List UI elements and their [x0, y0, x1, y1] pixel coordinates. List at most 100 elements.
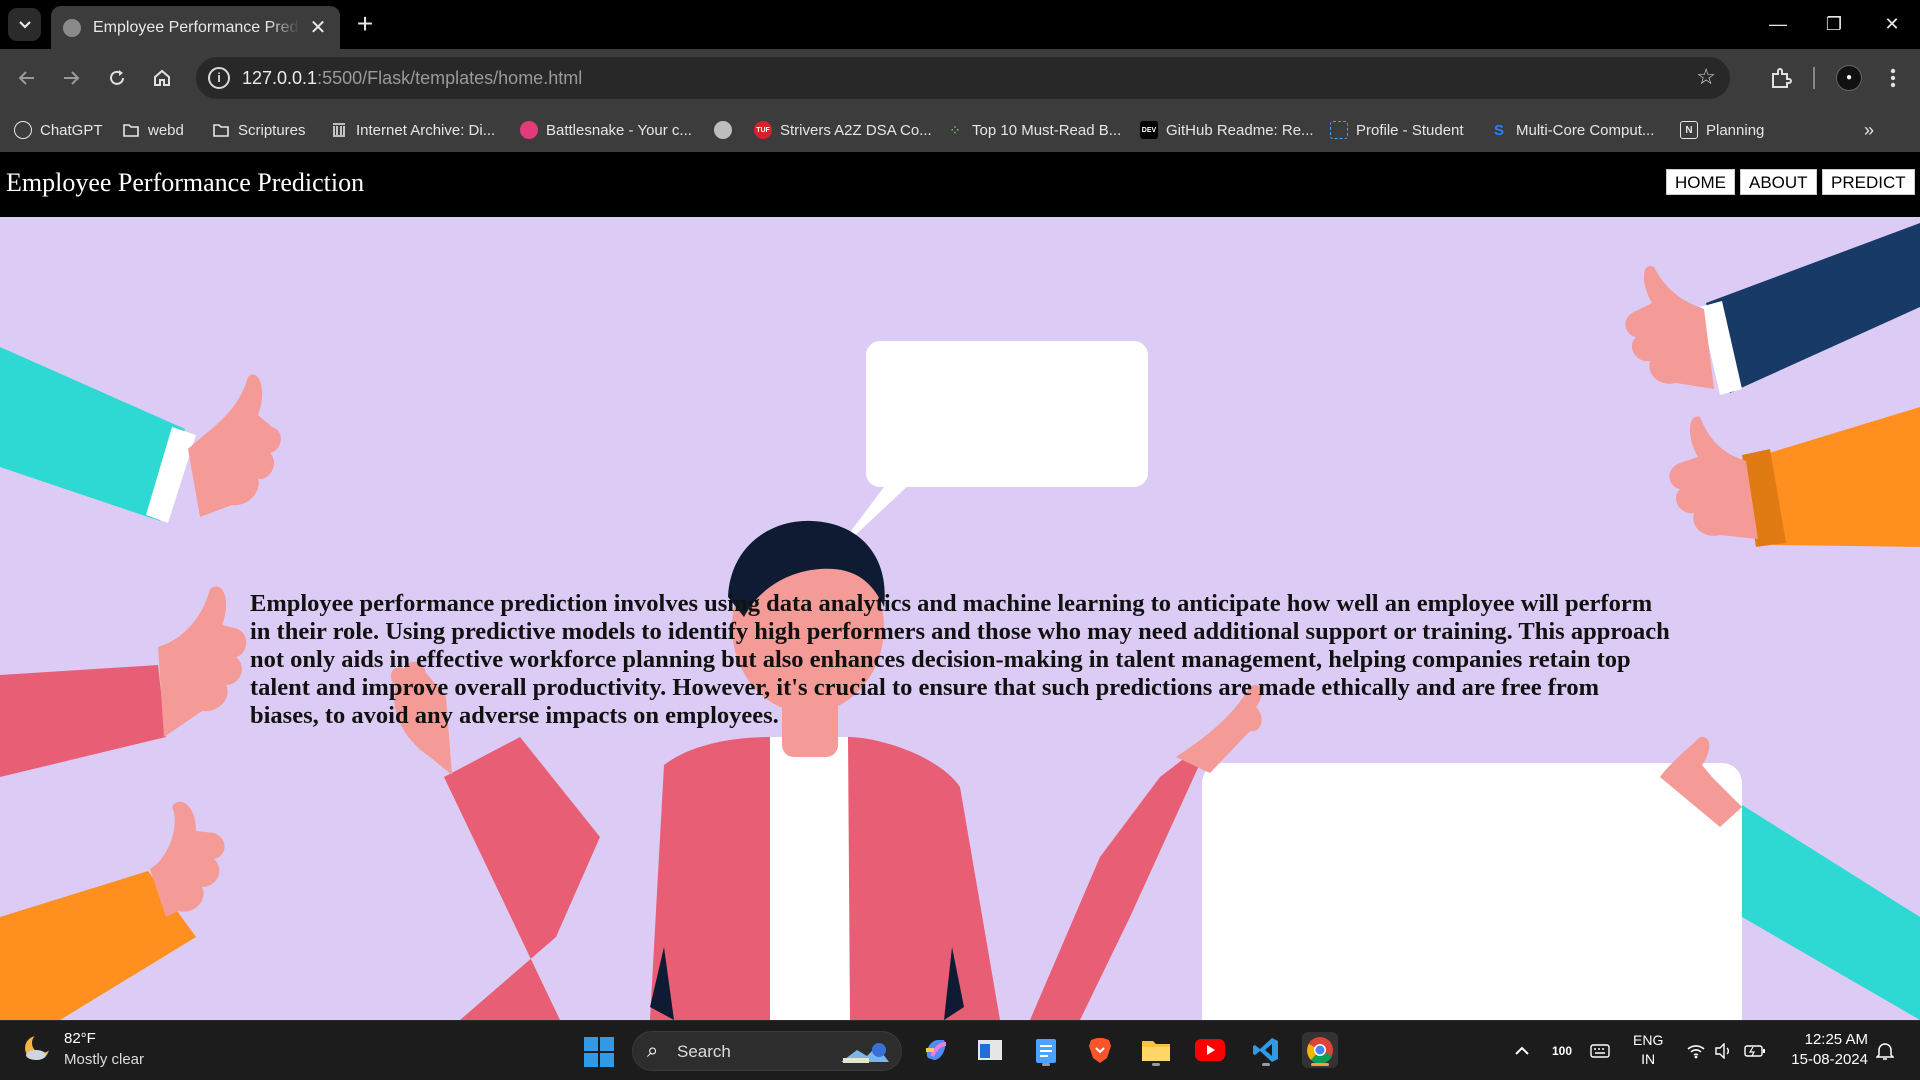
close-window-button[interactable]: ✕: [1864, 0, 1920, 49]
tray-keyboard-icon[interactable]: [1590, 1021, 1610, 1080]
chevron-up-icon: [1515, 1046, 1529, 1055]
tray-wifi-icon[interactable]: [1686, 1021, 1706, 1080]
youtube-icon: [1195, 1039, 1225, 1061]
hand-left-middle: [0, 586, 247, 777]
bookmark-label: Battlesnake - Your c...: [546, 121, 692, 139]
browser-menu-button[interactable]: [1878, 63, 1908, 93]
bookmark-folder-scriptures[interactable]: Scriptures: [212, 118, 306, 142]
bookmark-label: Strivers A2Z DSA Co...: [780, 121, 932, 139]
taskbar-vscode[interactable]: [1248, 1032, 1284, 1068]
moon-weather-icon[interactable]: [22, 1033, 52, 1063]
puzzle-icon: [1772, 68, 1792, 88]
folder-icon: [213, 124, 229, 137]
running-indicator: [1152, 1063, 1160, 1066]
url-path: :5500/Flask/templates/home.html: [317, 68, 583, 88]
bookmark-label: webd: [148, 121, 184, 139]
windows-taskbar: 82°F Mostly clear ⌕ Search 100 ENG IN 12…: [0, 1020, 1920, 1080]
site-info-icon[interactable]: i: [208, 67, 230, 89]
hand-left-top: [0, 347, 281, 523]
language-indicator[interactable]: ENG IN: [1633, 1031, 1663, 1069]
browser-toolbar: i 127.0.0.1:5500/Flask/templates/home.ht…: [0, 49, 1920, 108]
nav-about[interactable]: ABOUT: [1740, 169, 1817, 195]
tray-volume-icon[interactable]: [1714, 1021, 1732, 1080]
chrome-icon: [1307, 1037, 1333, 1064]
back-button[interactable]: [12, 63, 42, 93]
region-code: IN: [1641, 1051, 1656, 1067]
bookmark-github-readme[interactable]: DEV GitHub Readme: Re...: [1140, 118, 1314, 142]
speech-bubble-top: [830, 341, 1148, 559]
site-header: Employee Performance Prediction HOME ABO…: [0, 152, 1920, 217]
browser-tab-strip: Employee Performance Prediction ✕ + — ❐ …: [0, 0, 1920, 49]
windows-start-icon[interactable]: [584, 1037, 614, 1067]
bookmark-folder-webd[interactable]: webd: [122, 118, 184, 142]
tray-battery-icon[interactable]: [1744, 1021, 1766, 1080]
running-indicator: [1042, 1063, 1050, 1066]
bookmark-profile-student[interactable]: Profile - Student: [1330, 118, 1464, 142]
home-icon: [154, 69, 170, 86]
bookmark-battlesnake[interactable]: Battlesnake - Your c...: [520, 118, 692, 142]
new-tab-button[interactable]: +: [352, 10, 378, 38]
home-button[interactable]: [147, 63, 177, 93]
taskbar-file-explorer[interactable]: [1138, 1032, 1174, 1068]
bookmark-planning[interactable]: N Planning: [1680, 118, 1764, 142]
extensions-button[interactable]: [1766, 63, 1796, 93]
forward-button[interactable]: [56, 63, 86, 93]
hand-left-bottom: [0, 801, 225, 1020]
profile-avatar[interactable]: ●: [1836, 65, 1862, 91]
taskbar-notepad[interactable]: [1028, 1032, 1064, 1068]
minimize-button[interactable]: —: [1750, 0, 1806, 49]
notepad-icon: [1036, 1039, 1056, 1063]
tab-close-icon[interactable]: ✕: [308, 15, 328, 40]
reload-button[interactable]: [102, 63, 132, 93]
bookmark-star-icon[interactable]: ☆: [1696, 64, 1716, 90]
hero-description: Employee performance prediction involves…: [250, 590, 1670, 729]
bookmark-strivers[interactable]: TUF Strivers A2Z DSA Co...: [754, 118, 932, 142]
arrow-right-icon: [64, 71, 80, 85]
globe-icon: [63, 18, 81, 37]
search-label: Search: [677, 1042, 731, 1061]
search-icon: ⌕: [647, 1040, 659, 1062]
address-bar[interactable]: i 127.0.0.1:5500/Flask/templates/home.ht…: [196, 57, 1730, 99]
arrow-left-icon: [18, 71, 34, 85]
bookmark-label: Top 10 Must-Read B...: [972, 121, 1122, 139]
chatgpt-icon: [14, 121, 32, 139]
weather-description[interactable]: Mostly clear: [64, 1051, 144, 1068]
browser-tab[interactable]: Employee Performance Prediction ✕: [51, 6, 340, 49]
nav-home[interactable]: HOME: [1666, 169, 1735, 195]
bookmark-chatgpt[interactable]: ChatGPT: [14, 118, 103, 142]
bookmark-top10[interactable]: ⁘ Top 10 Must-Read B...: [946, 118, 1121, 142]
hand-right-top: [1625, 223, 1920, 395]
taskbar-brave[interactable]: [1082, 1032, 1118, 1068]
taskbar-youtube[interactable]: [1192, 1032, 1228, 1068]
search-highlight-art-icon: [841, 1043, 889, 1063]
s-icon: S: [1493, 121, 1504, 139]
taskbar-app-window[interactable]: [972, 1032, 1008, 1068]
bookmarks-overflow-button[interactable]: »: [1864, 120, 1874, 141]
reload-icon: [110, 70, 124, 85]
tray-overflow-icon[interactable]: [1514, 1021, 1530, 1080]
weather-temperature[interactable]: 82°F: [64, 1030, 96, 1047]
nav-predict[interactable]: PREDICT: [1822, 169, 1915, 195]
hero-section: Employee performance prediction involves…: [0, 217, 1920, 1020]
tray-battery-level[interactable]: 100: [1552, 1021, 1572, 1080]
toolbar-separator: [1813, 67, 1815, 89]
restore-button[interactable]: ❐: [1806, 0, 1862, 49]
taskbar-chrome[interactable]: [1302, 1032, 1338, 1068]
taskbar-copilot[interactable]: [918, 1032, 954, 1068]
tab-search-button[interactable]: [8, 8, 41, 41]
speech-bubble-bottom: [1202, 763, 1742, 1020]
system-clock[interactable]: 12:25 AM 15-08-2024: [1784, 1030, 1868, 1070]
bookmark-globe[interactable]: [714, 118, 740, 142]
profile-page-icon: [1330, 121, 1348, 139]
bookmark-internet-archive[interactable]: Internet Archive: Di...: [330, 118, 495, 142]
bookmark-label: Internet Archive: Di...: [356, 121, 496, 139]
globe-icon: [714, 121, 732, 139]
taskbar-search[interactable]: ⌕ Search: [632, 1031, 902, 1071]
bookmarks-bar: ChatGPT webd Scriptures Internet Archive…: [0, 108, 1920, 152]
desktop-window-icon: [978, 1040, 1002, 1060]
notification-bell-icon[interactable]: [1876, 1021, 1894, 1080]
running-indicator: [1262, 1063, 1270, 1066]
bookmark-multicore[interactable]: S Multi-Core Comput...: [1490, 118, 1654, 142]
bookmark-label: Profile - Student: [1356, 121, 1464, 139]
brave-lion-icon: [1089, 1038, 1111, 1063]
